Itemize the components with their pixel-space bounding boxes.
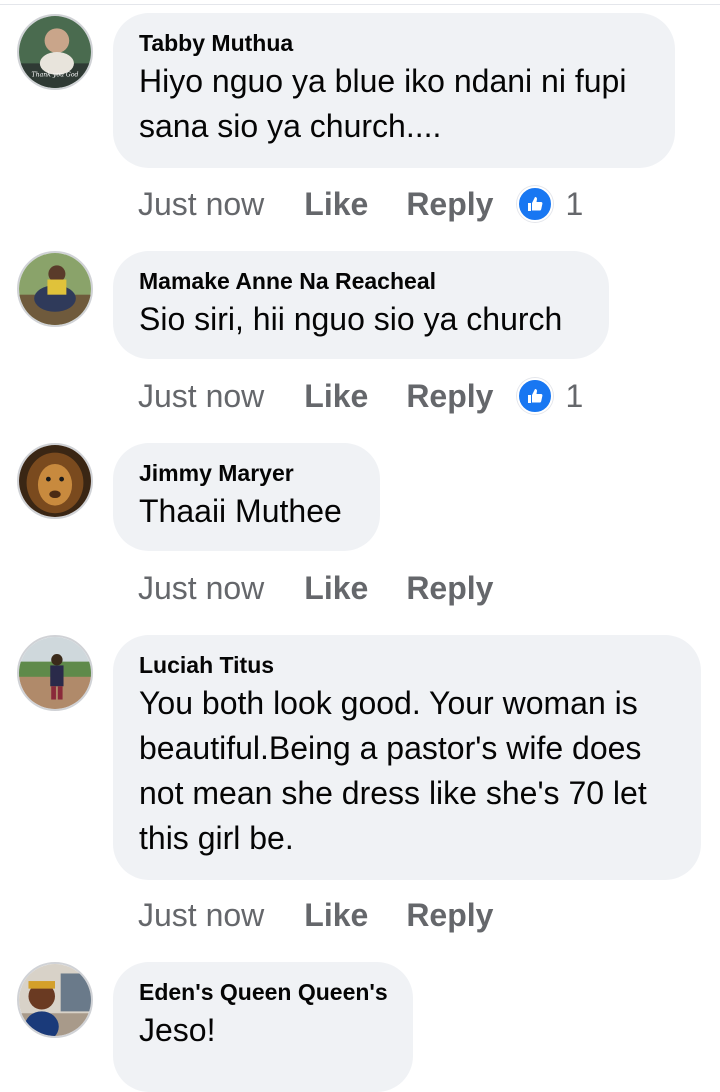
comment-timestamp[interactable]: Just now (138, 378, 264, 415)
comment-timestamp[interactable]: Just now (138, 897, 264, 934)
comment-actions: Just now Like Reply (138, 895, 493, 935)
comment-bubble: Jimmy Maryer Thaaii Muthee (113, 443, 380, 551)
like-button[interactable]: Like (304, 378, 368, 415)
comment-author[interactable]: Tabby Muthua (139, 27, 649, 59)
thumbs-up-icon (517, 378, 554, 414)
top-divider (0, 4, 720, 5)
comment-author[interactable]: Luciah Titus (139, 649, 675, 681)
avatar[interactable]: Thank you God (17, 14, 93, 90)
comment-timestamp[interactable]: Just now (138, 186, 264, 223)
reaction-count: 1 (565, 185, 584, 222)
comment-actions: Just now Like Reply 1 (138, 184, 583, 224)
avatar[interactable] (17, 443, 93, 519)
reaction-count: 1 (565, 377, 584, 414)
like-button[interactable]: Like (304, 570, 368, 607)
avatar[interactable] (17, 635, 93, 711)
comment-actions: Just now Like Reply (138, 568, 493, 608)
reaction-summary[interactable]: 1 (517, 378, 583, 415)
reply-button[interactable]: Reply (406, 570, 493, 607)
comment-author[interactable]: Mamake Anne Na Reacheal (139, 265, 583, 297)
reply-button[interactable]: Reply (406, 186, 493, 223)
reply-button[interactable]: Reply (406, 378, 493, 415)
comment-text: Jeso! (139, 1012, 216, 1048)
comment-bubble: Mamake Anne Na Reacheal Sio siri, hii ng… (113, 251, 609, 359)
comment-text: You both look good. Your woman is beauti… (139, 685, 647, 856)
comment-timestamp[interactable]: Just now (138, 570, 264, 607)
reply-button[interactable]: Reply (406, 897, 493, 934)
avatar[interactable] (17, 251, 93, 327)
comment-author[interactable]: Eden's Queen Queen's (139, 976, 388, 1008)
avatar-caption: Thank you God (32, 72, 79, 79)
comment-text: Sio siri, hii nguo sio ya church (139, 301, 563, 337)
thumbs-up-icon (517, 186, 554, 222)
comment-text: Hiyo nguo ya blue iko ndani ni fupi sana… (139, 63, 627, 144)
comment-text: Thaaii Muthee (139, 493, 342, 529)
reaction-summary[interactable]: 1 (517, 186, 583, 223)
comment-bubble: Tabby Muthua Hiyo nguo ya blue iko ndani… (113, 13, 675, 168)
avatar[interactable] (17, 962, 93, 1038)
comment-bubble: Eden's Queen Queen's Jeso! (113, 962, 413, 1092)
comment-author[interactable]: Jimmy Maryer (139, 457, 354, 489)
like-button[interactable]: Like (304, 897, 368, 934)
like-button[interactable]: Like (304, 186, 368, 223)
comment-actions: Just now Like Reply 1 (138, 376, 583, 416)
comment-bubble: Luciah Titus You both look good. Your wo… (113, 635, 701, 880)
